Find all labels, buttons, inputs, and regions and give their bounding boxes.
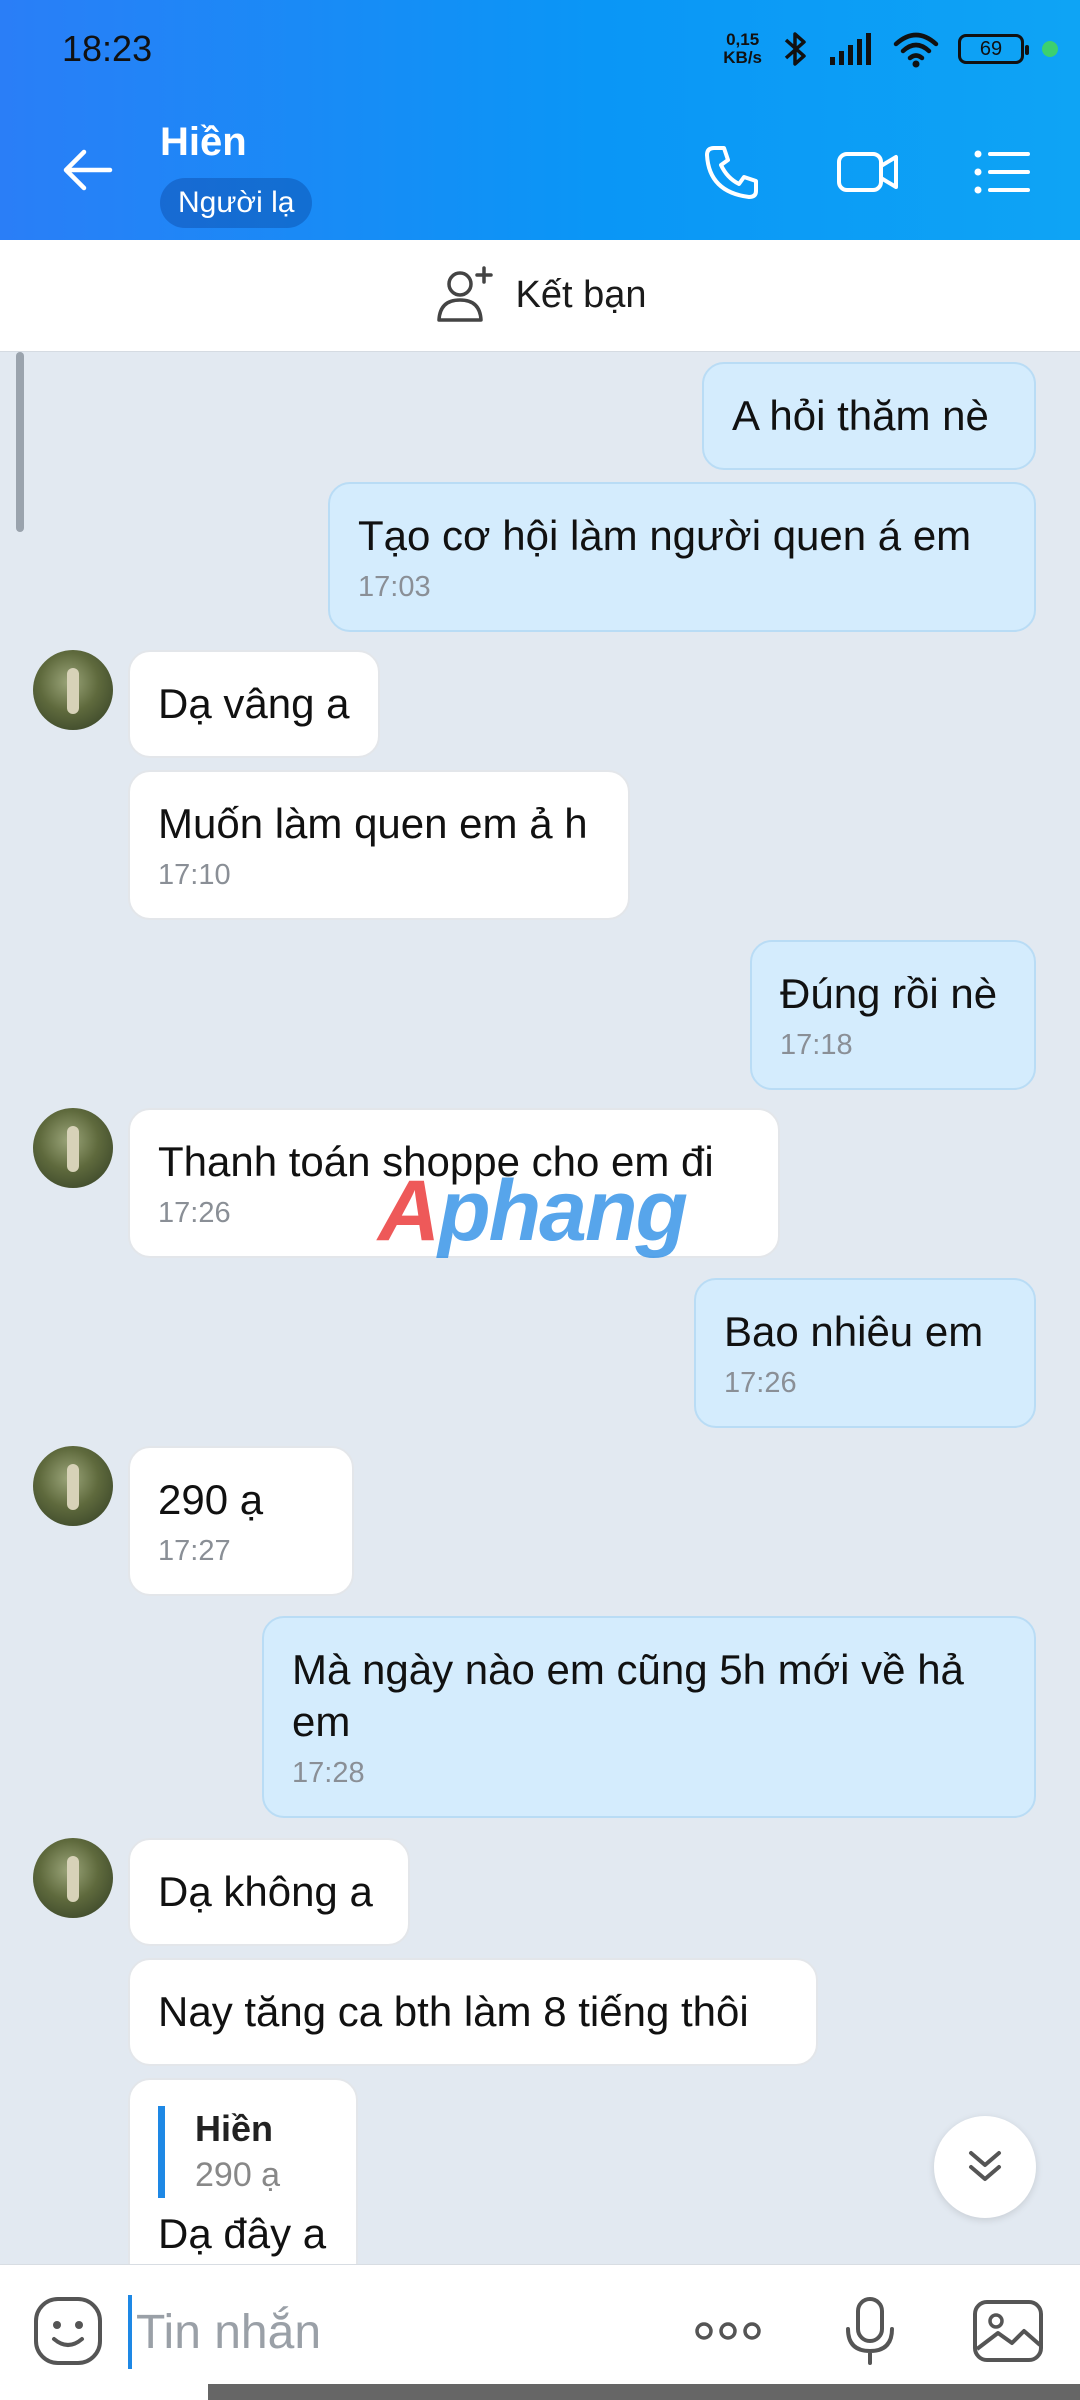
add-person-icon xyxy=(436,265,493,322)
message-text: 290 ạ xyxy=(158,1476,264,1523)
wifi-icon xyxy=(893,32,939,68)
status-bar-icons: 0,15 KB/s 69 xyxy=(723,26,1058,72)
add-friend-button[interactable]: Kết bạn xyxy=(0,240,1080,352)
signal-icon xyxy=(830,33,871,65)
message-bubble-sent[interactable]: Mà ngày nào em cũng 5h mới về hả em 17:2… xyxy=(262,1616,1036,1818)
menu-list-icon[interactable] xyxy=(970,140,1034,204)
watermark-logo: Aphang xyxy=(378,1163,688,1259)
privacy-indicator-dot xyxy=(1042,41,1058,57)
message-time: 17:28 xyxy=(292,1757,365,1789)
phone-icon[interactable] xyxy=(700,140,764,204)
home-indicator[interactable] xyxy=(208,2384,1080,2400)
message-text: Tạo cơ hội làm người quen á em xyxy=(358,512,972,559)
chat-area[interactable]: A hỏi thăm nè Tạo cơ hội làm người quen … xyxy=(0,352,1080,2264)
battery-indicator: 69 xyxy=(958,34,1029,64)
message-bubble-received[interactable]: 290 ạ 17:27 xyxy=(128,1446,354,1596)
chat-header: 18:23 0,15 KB/s 69 Hiền Người lạ xyxy=(0,0,1080,240)
sticker-icon[interactable] xyxy=(30,2293,106,2369)
message-time: 17:26 xyxy=(724,1367,797,1399)
quoted-message[interactable]: Hiền 290 ạ xyxy=(158,2106,328,2198)
image-gallery-icon[interactable] xyxy=(970,2293,1046,2369)
back-arrow-icon[interactable] xyxy=(58,140,118,200)
contact-name[interactable]: Hiền xyxy=(160,120,247,165)
message-text: A hỏi thăm nè xyxy=(732,392,989,439)
contact-avatar[interactable] xyxy=(33,1108,113,1188)
message-text: Bao nhiêu em xyxy=(724,1308,984,1355)
reply-message-bubble[interactable]: Hiền 290 ạ Dạ đây a xyxy=(128,2078,358,2264)
message-text: Muốn làm quen em ả h xyxy=(158,800,588,847)
scroll-to-bottom-button[interactable] xyxy=(934,2116,1036,2218)
message-input[interactable] xyxy=(128,2295,648,2369)
message-bubble-sent[interactable]: A hỏi thăm nè xyxy=(702,362,1036,470)
message-text: Đúng rồi nè xyxy=(780,970,998,1017)
network-speed: 0,15 KB/s xyxy=(723,30,762,67)
microphone-icon[interactable] xyxy=(832,2293,908,2369)
double-chevron-down-icon xyxy=(969,2151,1001,2181)
quoted-sender: Hiền xyxy=(195,2108,274,2149)
status-time: 18:23 xyxy=(62,28,153,69)
chat-scrollbar[interactable] xyxy=(16,352,24,532)
message-text: Dạ vâng a xyxy=(158,680,350,727)
message-bubble-received[interactable]: Dạ vâng a xyxy=(128,650,380,758)
message-bubble-sent[interactable]: Tạo cơ hội làm người quen á em 17:03 xyxy=(328,482,1036,632)
message-text: Dạ đây a xyxy=(158,2210,327,2257)
quoted-text: 290 ạ xyxy=(195,2156,281,2194)
message-text: Mà ngày nào em cũng 5h mới về hả em xyxy=(292,1646,964,1745)
message-text: Nay tăng ca bth làm 8 tiếng thôi xyxy=(158,1988,749,2035)
message-time: 17:27 xyxy=(158,1535,231,1567)
contact-avatar[interactable] xyxy=(33,1838,113,1918)
message-bubble-received[interactable]: Nay tăng ca bth làm 8 tiếng thôi xyxy=(128,1958,818,2066)
message-bubble-received[interactable]: Dạ không a xyxy=(128,1838,410,1946)
message-bubble-sent[interactable]: Đúng rồi nè 17:18 xyxy=(750,940,1036,1090)
message-time: 17:10 xyxy=(158,859,231,891)
message-input-bar xyxy=(0,2264,1080,2400)
message-time: 17:18 xyxy=(780,1029,853,1061)
stranger-badge: Người lạ xyxy=(160,178,313,228)
more-options-icon[interactable] xyxy=(690,2293,766,2369)
add-friend-label: Kết bạn xyxy=(515,274,647,316)
contact-avatar[interactable] xyxy=(33,650,113,730)
video-call-icon[interactable] xyxy=(836,140,900,204)
contact-avatar[interactable] xyxy=(33,1446,113,1526)
bluetooth-icon xyxy=(784,32,806,66)
message-time: 17:03 xyxy=(358,571,431,603)
message-text: Dạ không a xyxy=(158,1868,373,1915)
message-bubble-received[interactable]: Muốn làm quen em ả h 17:10 xyxy=(128,770,630,920)
message-bubble-sent[interactable]: Bao nhiêu em 17:26 xyxy=(694,1278,1036,1428)
